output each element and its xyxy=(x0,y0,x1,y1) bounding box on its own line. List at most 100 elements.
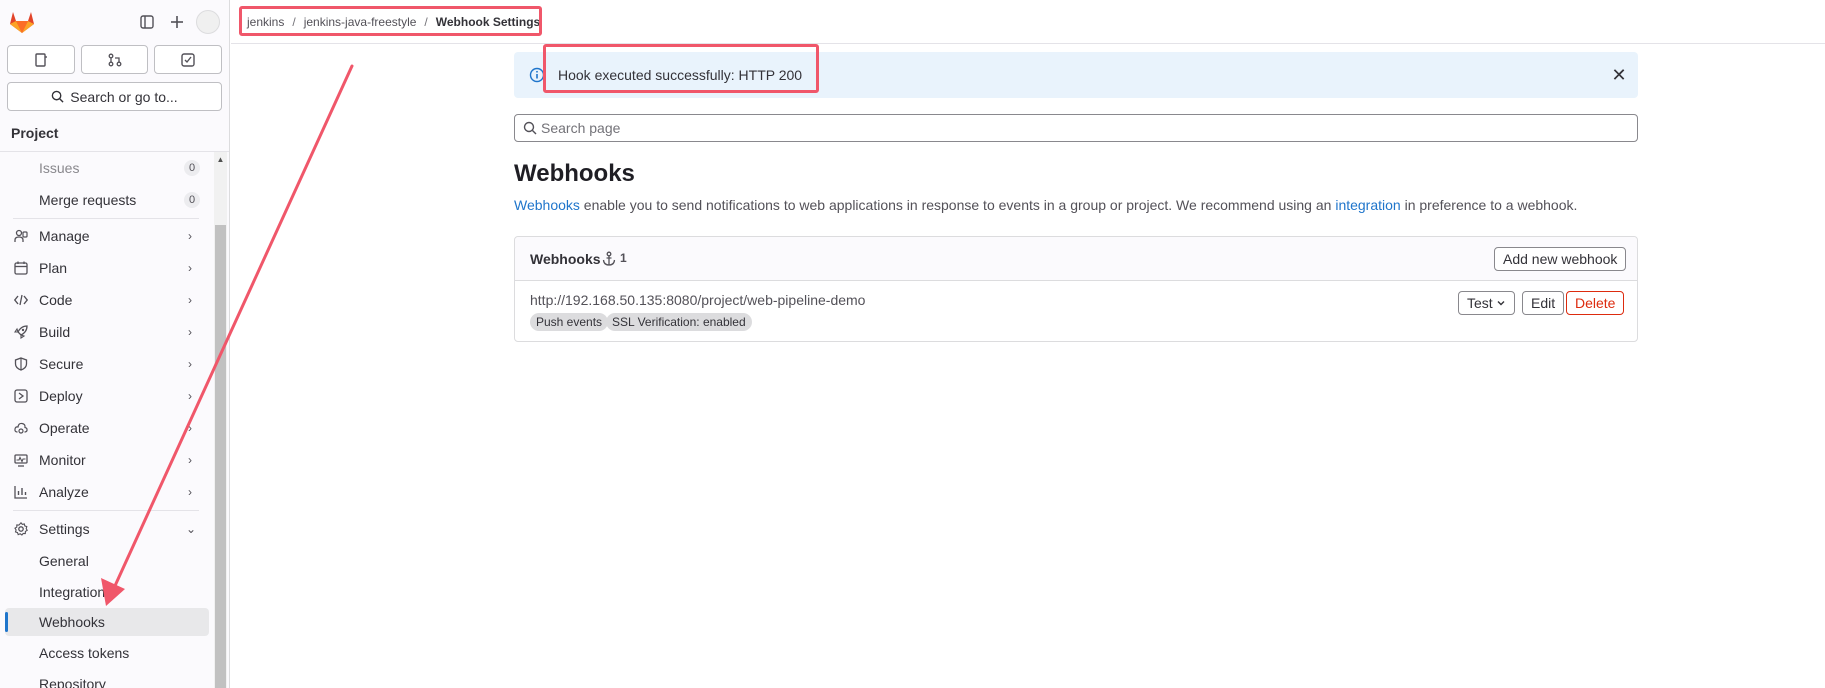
add-new-webhook-button[interactable]: Add new webhook xyxy=(1494,247,1627,271)
search-input[interactable] xyxy=(539,118,1619,138)
webhook-count: 1 xyxy=(620,251,627,265)
search-icon xyxy=(523,121,537,135)
sidebar-top xyxy=(0,0,230,44)
chevron-down-icon: ⌄ xyxy=(186,522,197,536)
push-events-tag: Push events xyxy=(530,313,609,331)
shield-icon xyxy=(13,356,29,372)
test-dropdown-button[interactable]: Test xyxy=(1458,291,1515,315)
chevron-down-icon xyxy=(1497,301,1505,306)
delete-webhook-button[interactable]: Delete xyxy=(1566,291,1625,315)
code-icon xyxy=(13,292,29,308)
avatar[interactable] xyxy=(196,10,220,34)
chevron-right-icon: › xyxy=(188,357,192,371)
sidebar-subitem-general[interactable]: General xyxy=(0,547,214,575)
quick-actions xyxy=(7,45,223,74)
sidebar-item-label: Secure xyxy=(39,356,84,372)
sidebar-item-settings[interactable]: Settings ⌄ xyxy=(0,515,214,543)
todo-icon xyxy=(181,52,195,67)
sidebar-item-monitor[interactable]: Monitor › xyxy=(0,446,214,474)
sidebar-item-label: Monitor xyxy=(39,452,86,468)
ssl-verification-tag: SSL Verification: enabled xyxy=(606,313,752,331)
chevron-right-icon: › xyxy=(188,421,192,435)
search-icon xyxy=(51,90,64,103)
users-icon xyxy=(13,228,29,244)
merge-requests-button[interactable] xyxy=(80,45,149,74)
plus-icon[interactable] xyxy=(167,12,187,32)
issues-icon xyxy=(35,52,47,67)
todo-button[interactable] xyxy=(154,45,223,74)
search-go-to-button[interactable]: Search or go to... xyxy=(7,82,222,111)
merge-request-icon xyxy=(108,53,121,66)
sidebar-item-plan[interactable]: Plan › xyxy=(0,254,214,282)
sidebar-item-issues[interactable]: Issues 0 xyxy=(0,154,214,182)
sidebar-item-label: Code xyxy=(39,292,73,308)
chevron-right-icon: › xyxy=(188,325,192,339)
sidebar-item-label: Manage xyxy=(39,228,90,244)
webhooks-link[interactable]: Webhooks xyxy=(514,197,580,213)
rocket-icon xyxy=(13,324,29,340)
sidebar-separator xyxy=(13,218,199,219)
webhooks-card: Webhooks 1 Add new webhook http://192.16… xyxy=(514,236,1638,342)
description-text-end: in preference to a webhook. xyxy=(1400,197,1578,213)
sidebar-item-label: Build xyxy=(39,324,71,340)
monitor-icon xyxy=(13,452,29,468)
sidebar-subitem-label: Repository xyxy=(39,676,106,688)
sidebar-item-build[interactable]: Build › xyxy=(0,318,214,346)
edit-webhook-button[interactable]: Edit xyxy=(1522,291,1565,315)
sidebar-item-merge-requests[interactable]: Merge requests 0 xyxy=(0,186,214,214)
sidebar-item-analyze[interactable]: Analyze › xyxy=(0,478,214,506)
calendar-icon xyxy=(13,260,29,276)
sidebar-toggle-icon[interactable] xyxy=(137,12,157,32)
deploy-icon xyxy=(13,388,29,404)
page-title: Webhooks xyxy=(514,160,635,187)
gitlab-logo-icon[interactable] xyxy=(9,10,35,34)
chart-icon xyxy=(13,484,29,500)
sidebar-item-manage[interactable]: Manage › xyxy=(0,222,214,250)
sidebar-nav: Issues 0 Merge requests 0 Manage › Plan … xyxy=(0,152,214,688)
annotation-arrow xyxy=(101,64,354,606)
sidebar-item-label: Settings xyxy=(39,521,90,537)
chevron-right-icon: › xyxy=(188,229,192,243)
sidebar: Search or go to... Project Issues 0 Merg… xyxy=(0,0,230,688)
sidebar-item-label: Analyze xyxy=(39,484,89,500)
sidebar-subitem-webhooks[interactable]: Webhooks xyxy=(5,608,209,636)
anchor-icon xyxy=(602,251,616,266)
sidebar-item-operate[interactable]: Operate › xyxy=(0,414,214,442)
chevron-right-icon: › xyxy=(188,485,192,499)
close-icon[interactable]: ✕ xyxy=(1609,65,1629,85)
sidebar-item-deploy[interactable]: Deploy › xyxy=(0,382,214,410)
sidebar-subitem-repository[interactable]: Repository xyxy=(0,670,214,688)
sidebar-subitem-access-tokens[interactable]: Access tokens xyxy=(0,639,214,667)
chevron-right-icon: › xyxy=(188,453,192,467)
count-badge: 0 xyxy=(184,160,200,176)
breadcrumb-highlight-box xyxy=(239,6,542,36)
card-header: Webhooks 1 Add new webhook xyxy=(515,237,1637,281)
scroll-up-arrow-icon[interactable]: ▲ xyxy=(214,154,227,166)
gear-icon xyxy=(13,521,29,537)
card-title: Webhooks xyxy=(530,251,601,267)
alert-highlight-box xyxy=(543,44,819,93)
count-badge: 0 xyxy=(184,192,200,208)
assigned-issues-button[interactable] xyxy=(7,45,75,74)
sidebar-item-secure[interactable]: Secure › xyxy=(0,350,214,378)
sidebar-subitem-label: Integrations xyxy=(39,584,113,600)
page-description: Webhooks enable you to send notification… xyxy=(514,197,1577,213)
project-section-title: Project xyxy=(11,125,59,141)
sidebar-subitem-integrations[interactable]: Integrations xyxy=(0,578,214,606)
sidebar-item-label: Deploy xyxy=(39,388,83,404)
chevron-right-icon: › xyxy=(188,261,192,275)
sidebar-item-code[interactable]: Code › xyxy=(0,286,214,314)
sidebar-scrollbar-thumb[interactable] xyxy=(215,225,226,688)
webhook-url: http://192.168.50.135:8080/project/web-p… xyxy=(530,292,866,308)
test-label: Test xyxy=(1467,295,1493,311)
sidebar-item-label: Plan xyxy=(39,260,68,276)
search-go-to-label: Search or go to... xyxy=(70,88,178,105)
integration-link[interactable]: integration xyxy=(1335,197,1400,213)
sidebar-subitem-label: General xyxy=(39,553,89,569)
cloud-gear-icon xyxy=(13,420,29,436)
sidebar-subitem-label: Webhooks xyxy=(39,614,105,630)
description-text: enable you to send notifications to web … xyxy=(579,197,1336,213)
page-search-field[interactable] xyxy=(514,114,1638,142)
sidebar-separator xyxy=(13,510,199,511)
sidebar-item-label: Operate xyxy=(39,420,90,436)
